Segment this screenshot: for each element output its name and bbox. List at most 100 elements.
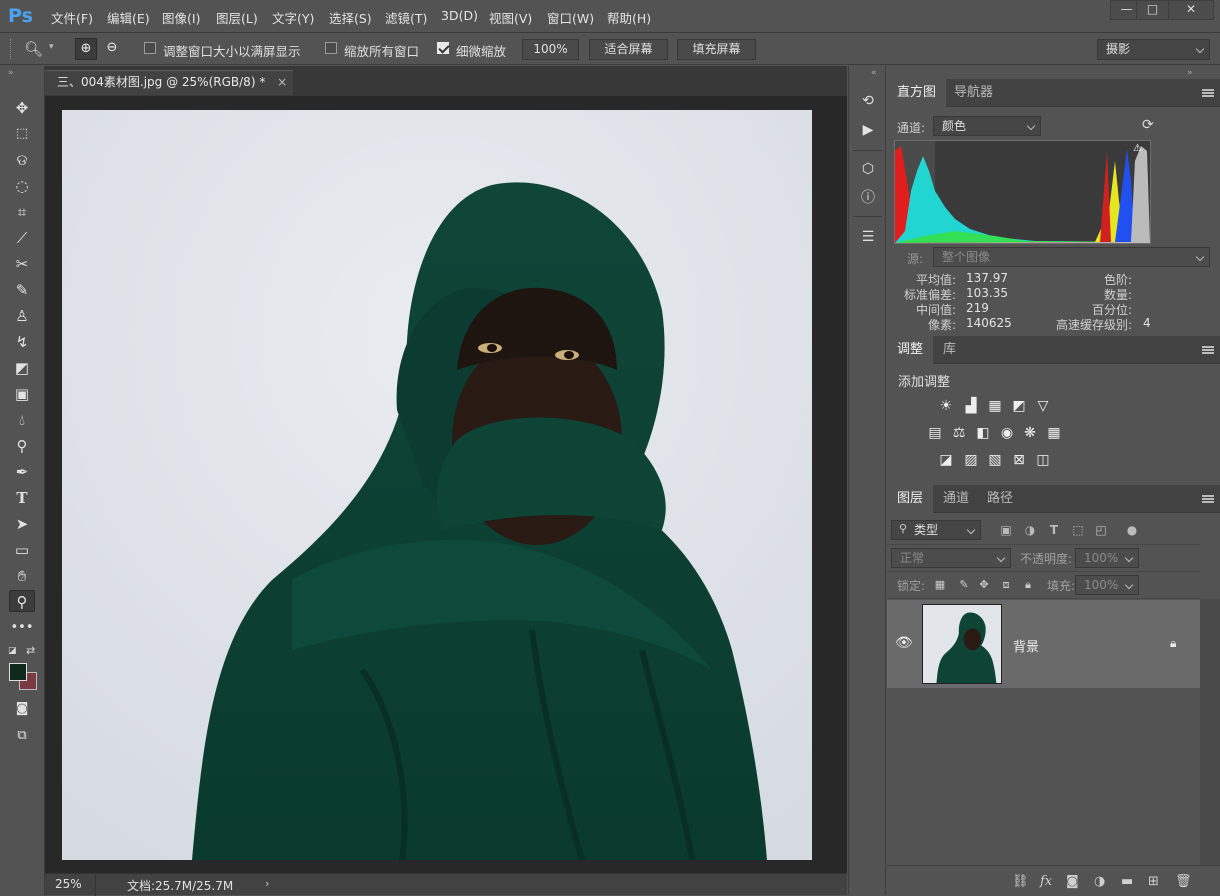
menu-filter[interactable]: 滤镜(T) bbox=[385, 8, 427, 27]
chevron-down-icon[interactable]: ▾ bbox=[49, 42, 54, 52]
close-button[interactable]: ✕ bbox=[1168, 0, 1214, 20]
properties-icon[interactable]: ☰ bbox=[857, 226, 879, 248]
info-icon[interactable]: ⓘ bbox=[857, 187, 879, 209]
healing-brush-tool-icon[interactable]: ✂ bbox=[9, 253, 35, 275]
lock-position-icon[interactable]: ✥ bbox=[975, 577, 993, 593]
tab-paths[interactable]: 路径 bbox=[977, 485, 1023, 513]
lock-transparency-icon[interactable]: ▦ bbox=[931, 577, 949, 593]
screen-mode-icon[interactable]: ⧉ bbox=[9, 725, 35, 747]
menu-file[interactable]: 文件(F) bbox=[51, 8, 93, 27]
add-mask-icon[interactable]: ◙ bbox=[1066, 874, 1079, 889]
filter-pixel-icon[interactable]: ▣ bbox=[997, 522, 1015, 538]
path-selection-tool-icon[interactable]: ➤ bbox=[9, 513, 35, 535]
photo-filter-icon[interactable]: ◉ bbox=[998, 425, 1016, 441]
fx-icon[interactable]: fx bbox=[1040, 874, 1052, 889]
close-tab-icon[interactable]: × bbox=[277, 75, 287, 89]
zoom-level[interactable]: 25% bbox=[55, 877, 82, 891]
eraser-tool-icon[interactable]: ◩ bbox=[9, 357, 35, 379]
menu-select[interactable]: 选择(S) bbox=[329, 8, 372, 27]
tab-adjustments[interactable]: 调整 bbox=[887, 336, 934, 364]
channel-mixer-icon[interactable]: ❋ bbox=[1021, 425, 1039, 441]
new-adjustment-icon[interactable]: ◑ bbox=[1094, 874, 1105, 889]
history-brush-tool-icon[interactable]: ↯ bbox=[9, 331, 35, 353]
eyedropper-tool-icon[interactable]: ⟋ bbox=[9, 227, 35, 249]
history-panel-icon[interactable]: ⟲ bbox=[857, 90, 879, 112]
fit-screen-button[interactable]: 适合屏幕 bbox=[589, 39, 668, 60]
zoom-tool-preset-icon[interactable]: 🔍︎ bbox=[24, 40, 43, 58]
selective-color-icon[interactable]: ◫ bbox=[1034, 452, 1052, 468]
rectangle-tool-icon[interactable]: ▭ bbox=[9, 539, 35, 561]
eye-visibility-icon[interactable]: 👁︎ bbox=[895, 635, 913, 651]
filter-type-icon[interactable]: T bbox=[1045, 522, 1063, 538]
move-tool-icon[interactable]: ✥ bbox=[9, 97, 35, 119]
new-group-icon[interactable]: ▬ bbox=[1121, 874, 1133, 889]
curves-icon[interactable]: ▦ bbox=[986, 398, 1004, 414]
type-tool-icon[interactable]: T bbox=[9, 487, 35, 509]
quick-selection-tool-icon[interactable]: ◌ bbox=[9, 175, 35, 197]
black-white-icon[interactable]: ◧ bbox=[974, 425, 992, 441]
marquee-tool-icon[interactable]: ⬚ bbox=[9, 123, 35, 145]
menu-layer[interactable]: 图层(L) bbox=[216, 8, 258, 27]
menu-edit[interactable]: 编辑(E) bbox=[107, 8, 150, 27]
lock-all-icon[interactable]: 🔒︎ bbox=[1019, 577, 1037, 593]
blend-mode-select[interactable]: 正常 bbox=[891, 548, 1011, 568]
cache-warning-icon[interactable]: ⚠ bbox=[1133, 143, 1142, 154]
3d-panel-icon[interactable]: ⬡ bbox=[857, 158, 879, 180]
workspace-select[interactable]: 摄影 bbox=[1097, 39, 1210, 60]
more-tools-icon[interactable]: ••• bbox=[9, 617, 35, 639]
quick-mask-icon[interactable]: ◙ bbox=[9, 698, 35, 720]
fill-screen-button[interactable]: 填充屏幕 bbox=[677, 39, 756, 60]
zoom-out-icon[interactable]: ⊖ bbox=[101, 38, 123, 60]
fill-input[interactable]: 100% bbox=[1075, 575, 1139, 595]
zoom-in-icon[interactable]: ⊕ bbox=[75, 38, 97, 60]
blur-tool-icon[interactable]: 💧︎ bbox=[9, 409, 35, 431]
delete-layer-icon[interactable]: 🗑︎ bbox=[1175, 874, 1192, 889]
color-balance-icon[interactable]: ⚖ bbox=[950, 425, 968, 441]
zoom-all-windows-checkbox[interactable] bbox=[325, 42, 337, 54]
filter-smart-object-icon[interactable]: ◰ bbox=[1092, 522, 1110, 538]
pen-tool-icon[interactable]: ✒ bbox=[9, 461, 35, 483]
filter-adjustment-icon[interactable]: ◑ bbox=[1021, 522, 1039, 538]
collapse-arrows-icon[interactable]: » bbox=[1187, 68, 1193, 78]
brightness-icon[interactable]: ☀ bbox=[937, 398, 955, 414]
layers-scrollbar[interactable] bbox=[1200, 599, 1220, 865]
foreground-color-swatch[interactable] bbox=[9, 663, 27, 681]
menu-3d[interactable]: 3D(D) bbox=[441, 8, 478, 23]
tab-navigator[interactable]: 导航器 bbox=[944, 79, 1003, 107]
source-select[interactable]: 整个图像 bbox=[933, 247, 1210, 267]
filter-toggle-icon[interactable]: ● bbox=[1123, 522, 1141, 538]
panel-menu-icon[interactable] bbox=[1202, 346, 1214, 354]
tab-libraries[interactable]: 库 bbox=[933, 336, 966, 364]
status-menu-arrow-icon[interactable]: › bbox=[265, 877, 269, 890]
gradient-map-icon[interactable]: ⊠ bbox=[1010, 452, 1028, 468]
brush-tool-icon[interactable]: ✎ bbox=[9, 279, 35, 301]
lock-pixels-icon[interactable]: ✎ bbox=[955, 577, 973, 593]
menu-view[interactable]: 视图(V) bbox=[489, 8, 532, 27]
layer-name[interactable]: 背景 bbox=[1013, 636, 1039, 655]
tab-histogram[interactable]: 直方图 bbox=[887, 79, 947, 107]
hand-tool-icon[interactable]: ✋︎ bbox=[9, 565, 35, 587]
layer-row[interactable]: 👁︎ 背景 🔒︎ bbox=[887, 600, 1200, 688]
panel-menu-icon[interactable] bbox=[1202, 495, 1214, 503]
menu-type[interactable]: 文字(Y) bbox=[272, 8, 314, 27]
channel-select[interactable]: 颜色 bbox=[933, 116, 1041, 136]
menu-help[interactable]: 帮助(H) bbox=[607, 8, 651, 27]
menu-image[interactable]: 图像(I) bbox=[162, 8, 200, 27]
zoom-100-button[interactable]: 100% bbox=[522, 39, 579, 60]
posterize-icon[interactable]: ▨ bbox=[962, 452, 980, 468]
swap-colors-icon[interactable]: ⇄ bbox=[26, 644, 35, 657]
opacity-input[interactable]: 100% bbox=[1075, 548, 1139, 568]
zoom-tool-icon[interactable]: ⚲ bbox=[9, 590, 35, 612]
panel-menu-icon[interactable] bbox=[1202, 89, 1214, 97]
collapse-arrows-icon[interactable]: « bbox=[871, 68, 877, 78]
levels-icon[interactable]: ▟ bbox=[962, 398, 980, 414]
document-tab[interactable]: 三、004素材图.jpg @ 25%(RGB/8) * × bbox=[45, 70, 293, 95]
gradient-tool-icon[interactable]: ▣ bbox=[9, 383, 35, 405]
resize-windows-checkbox[interactable] bbox=[144, 42, 156, 54]
color-lookup-icon[interactable]: ▦ bbox=[1045, 425, 1063, 441]
clone-stamp-tool-icon[interactable]: ♙ bbox=[9, 305, 35, 327]
new-layer-icon[interactable]: ⊞ bbox=[1148, 874, 1159, 889]
exposure-icon[interactable]: ◩ bbox=[1010, 398, 1028, 414]
refresh-icon[interactable]: ⟳ bbox=[1142, 117, 1154, 133]
menu-window[interactable]: 窗口(W) bbox=[547, 8, 594, 27]
